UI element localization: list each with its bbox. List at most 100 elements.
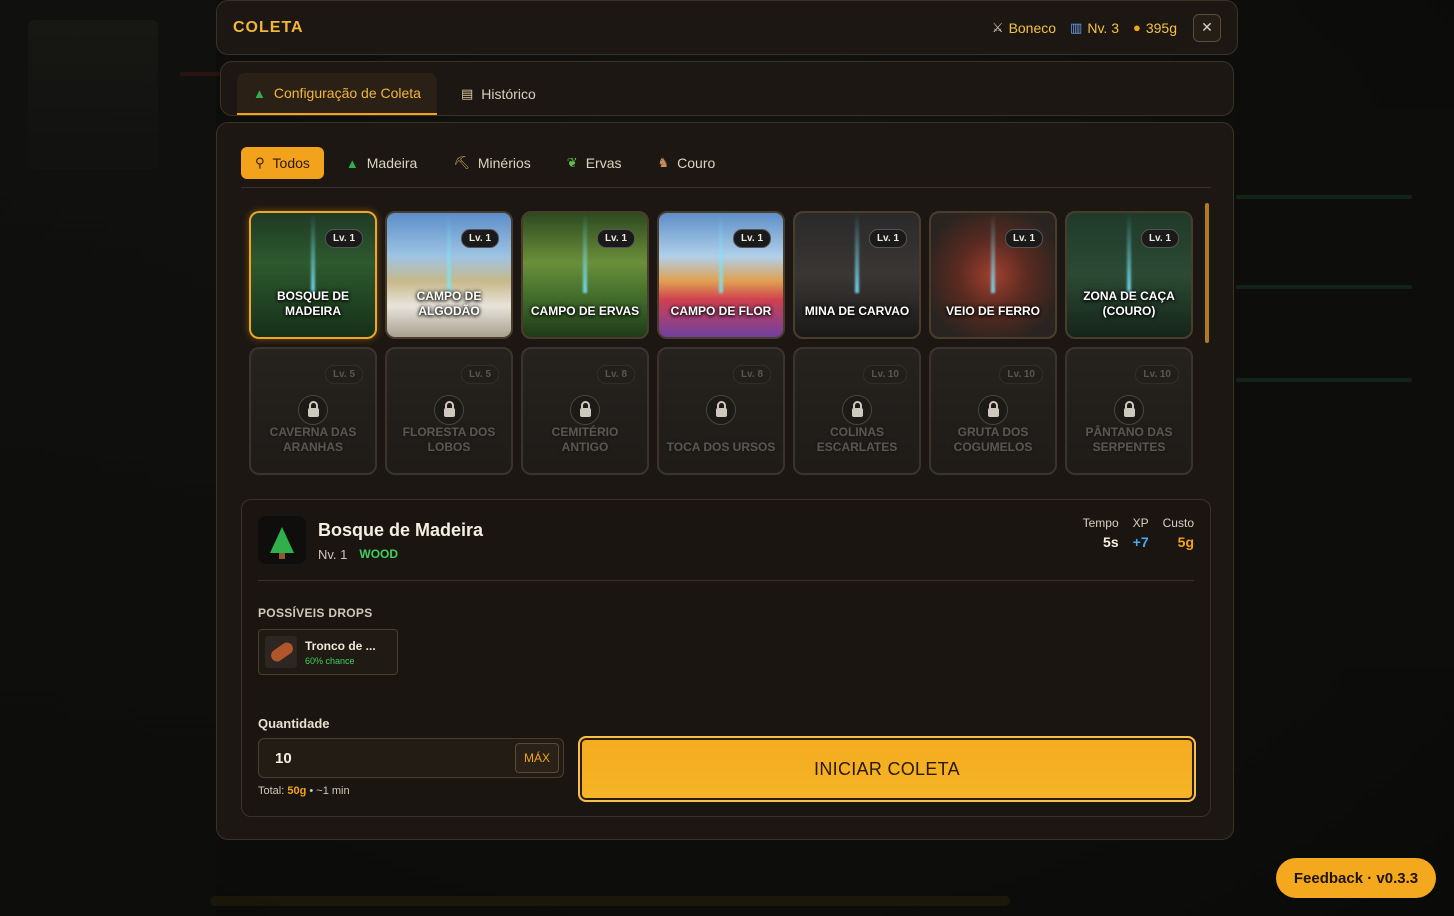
- modal-title: COLETA: [233, 18, 304, 36]
- detail-name: Bosque de Madeira: [318, 520, 484, 540]
- quantity-field: MÁX: [258, 738, 564, 778]
- total-gold: 50g: [287, 785, 307, 797]
- detail-type: WOOD: [359, 547, 399, 561]
- location-card-locked: Lv. 10 PÂNTANO DAS SERPENTES: [1065, 347, 1193, 475]
- tree-icon: ▲: [345, 155, 359, 171]
- character-level: Nv. 3: [1087, 19, 1119, 36]
- tab-label: Histórico: [481, 86, 536, 102]
- detail-level: Nv. 1: [318, 547, 348, 562]
- location-card[interactable]: Lv. 1 CAMPO DE ALGODÃO: [385, 211, 513, 339]
- stat-label: Tempo: [1082, 516, 1119, 530]
- location-card-locked: Lv. 10 GRUTA DOS COGUMELOS: [929, 347, 1057, 475]
- total-duration: • ~1 min: [309, 785, 350, 797]
- location-card[interactable]: Lv. 1 CAMPO DE ERVAS: [521, 211, 649, 339]
- level-badge: Lv. 1: [460, 229, 499, 248]
- location-card[interactable]: Lv. 1 VEIO DE FERRO: [929, 211, 1057, 339]
- divider: [241, 187, 1211, 188]
- filter-ervas[interactable]: ❦ Ervas: [553, 147, 636, 179]
- location-card-locked: Lv. 8 CEMITÉRIO ANTIGO: [521, 347, 649, 475]
- close-icon: ✕: [1201, 19, 1213, 35]
- lock-icon: [434, 395, 464, 425]
- search-icon: ⚲: [255, 155, 265, 170]
- location-card-locked: Lv. 8 TOCA DOS URSOS: [657, 347, 785, 475]
- level-badge: Lv. 1: [732, 229, 771, 248]
- location-card[interactable]: Lv. 1 ZONA DE CAÇA (COURO): [1065, 211, 1193, 339]
- drops-label: POSSÍVEIS DROPS: [258, 606, 373, 620]
- gold-amount: 395g: [1145, 19, 1177, 36]
- filter-label: Ervas: [585, 155, 622, 171]
- level-badge: Lv. 10: [1135, 365, 1179, 384]
- drop-item[interactable]: Tronco de ... 60% chance: [258, 629, 398, 675]
- filter-couro[interactable]: ♞ Couro: [643, 147, 729, 179]
- level-badge: Lv. 1: [868, 229, 907, 248]
- header-stats: ⚔ Boneco ▥ Nv. 3 ● 395g ✕: [992, 13, 1221, 42]
- lock-icon: [706, 395, 736, 425]
- location-grid: Lv. 1 BOSQUE DE MADEIRA Lv. 1 CAMPO DE ALG…: [249, 211, 1193, 475]
- level-badge: Lv. 10: [863, 365, 907, 384]
- light-beam: [719, 213, 723, 293]
- level-info: ▥ Nv. 3: [1070, 20, 1119, 36]
- drop-chance: 60% chance: [305, 655, 355, 666]
- level-badge: Lv. 1: [1004, 229, 1043, 248]
- location-card[interactable]: Lv. 1 BOSQUE DE MADEIRA: [249, 211, 377, 339]
- level-badge: Lv. 1: [596, 229, 635, 248]
- location-name: BOSQUE DE MADEIRA: [276, 289, 349, 318]
- stat-value: 5g: [1177, 534, 1194, 550]
- location-name: ZONA DE CAÇA (COURO): [1083, 289, 1175, 318]
- filter-bar: ⚲ Todos ▲ Madeira ⛏ Minérios ❦ Ervas ♞ C…: [241, 147, 1209, 179]
- location-name: COLINAS ESCARLATES: [816, 425, 898, 454]
- stat-value: 5s: [1103, 534, 1119, 550]
- quantity-input[interactable]: [275, 749, 495, 767]
- light-beam: [583, 213, 587, 293]
- level-badge: Lv. 10: [999, 365, 1043, 384]
- divider: [258, 580, 1194, 581]
- detail-stats: Tempo 5s XP +7 Custo 5g: [1083, 516, 1194, 550]
- location-name: CEMITÉRIO ANTIGO: [551, 425, 619, 454]
- location-name: VEIO DE FERRO: [945, 304, 1040, 318]
- total-prefix: Total:: [258, 785, 285, 797]
- character-name: Boneco: [1008, 19, 1057, 36]
- quantity-label: Quantidade: [258, 716, 330, 731]
- detail-header: Bosque de Madeira Nv. 1 WOOD Tempo 5s XP…: [258, 516, 1194, 564]
- filter-label: Todos: [272, 155, 310, 171]
- lock-icon: [978, 395, 1008, 425]
- light-beam: [1127, 213, 1131, 293]
- lock-icon: [1114, 395, 1144, 425]
- level-badge: Lv. 8: [732, 365, 771, 384]
- gold-bag-icon: ●: [1132, 20, 1141, 35]
- stat-value: +7: [1132, 534, 1149, 550]
- drop-name: Tronco de ...: [305, 638, 376, 653]
- light-beam: [311, 213, 315, 293]
- location-card[interactable]: Lv. 1 MINA DE CARVAO: [793, 211, 921, 339]
- location-name: TOCA DOS URSOS: [666, 440, 776, 454]
- stat-tempo: Tempo 5s: [1083, 516, 1119, 550]
- deer-icon: ♞: [657, 155, 670, 170]
- location-name: CAMPO DE ERVAS: [530, 304, 640, 318]
- location-card-locked: Lv. 5 FLORESTA DOS LOBOS: [385, 347, 513, 475]
- tab-label: Configuração de Coleta: [273, 85, 421, 101]
- chart-icon: ▥: [1070, 19, 1083, 35]
- start-gathering-button[interactable]: INICIAR COLETA: [578, 736, 1196, 802]
- level-badge: Lv. 1: [1140, 229, 1179, 248]
- location-name: CAMPO DE FLOR: [670, 304, 772, 318]
- filter-label: Minérios: [477, 155, 531, 171]
- lock-icon: [842, 395, 872, 425]
- gold-info: ● 395g: [1133, 20, 1177, 36]
- filter-minerios[interactable]: ⛏ Minérios: [439, 147, 544, 179]
- drop-info: Tronco de ... 60% chance: [305, 639, 376, 666]
- tab-configuracao[interactable]: ▲ Configuração de Coleta: [237, 73, 437, 115]
- filter-madeira[interactable]: ▲ Madeira: [332, 147, 431, 179]
- feedback-button[interactable]: Feedback · v0.3.3: [1276, 858, 1436, 898]
- close-button[interactable]: ✕: [1193, 13, 1221, 42]
- light-beam: [855, 213, 859, 293]
- lock-icon: [298, 395, 328, 425]
- location-name: MINA DE CARVAO: [804, 304, 910, 318]
- tree-icon: ▲: [253, 85, 266, 101]
- grid-scrollbar[interactable]: [1205, 203, 1209, 343]
- filter-todos[interactable]: ⚲ Todos: [241, 147, 324, 179]
- max-button[interactable]: MÁX: [514, 743, 559, 773]
- location-card[interactable]: Lv. 1 CAMPO DE FLOR: [657, 211, 785, 339]
- filter-label: Couro: [677, 155, 716, 171]
- tab-historico[interactable]: ▤ Histórico: [445, 73, 552, 115]
- stat-custo: Custo 5g: [1163, 516, 1194, 550]
